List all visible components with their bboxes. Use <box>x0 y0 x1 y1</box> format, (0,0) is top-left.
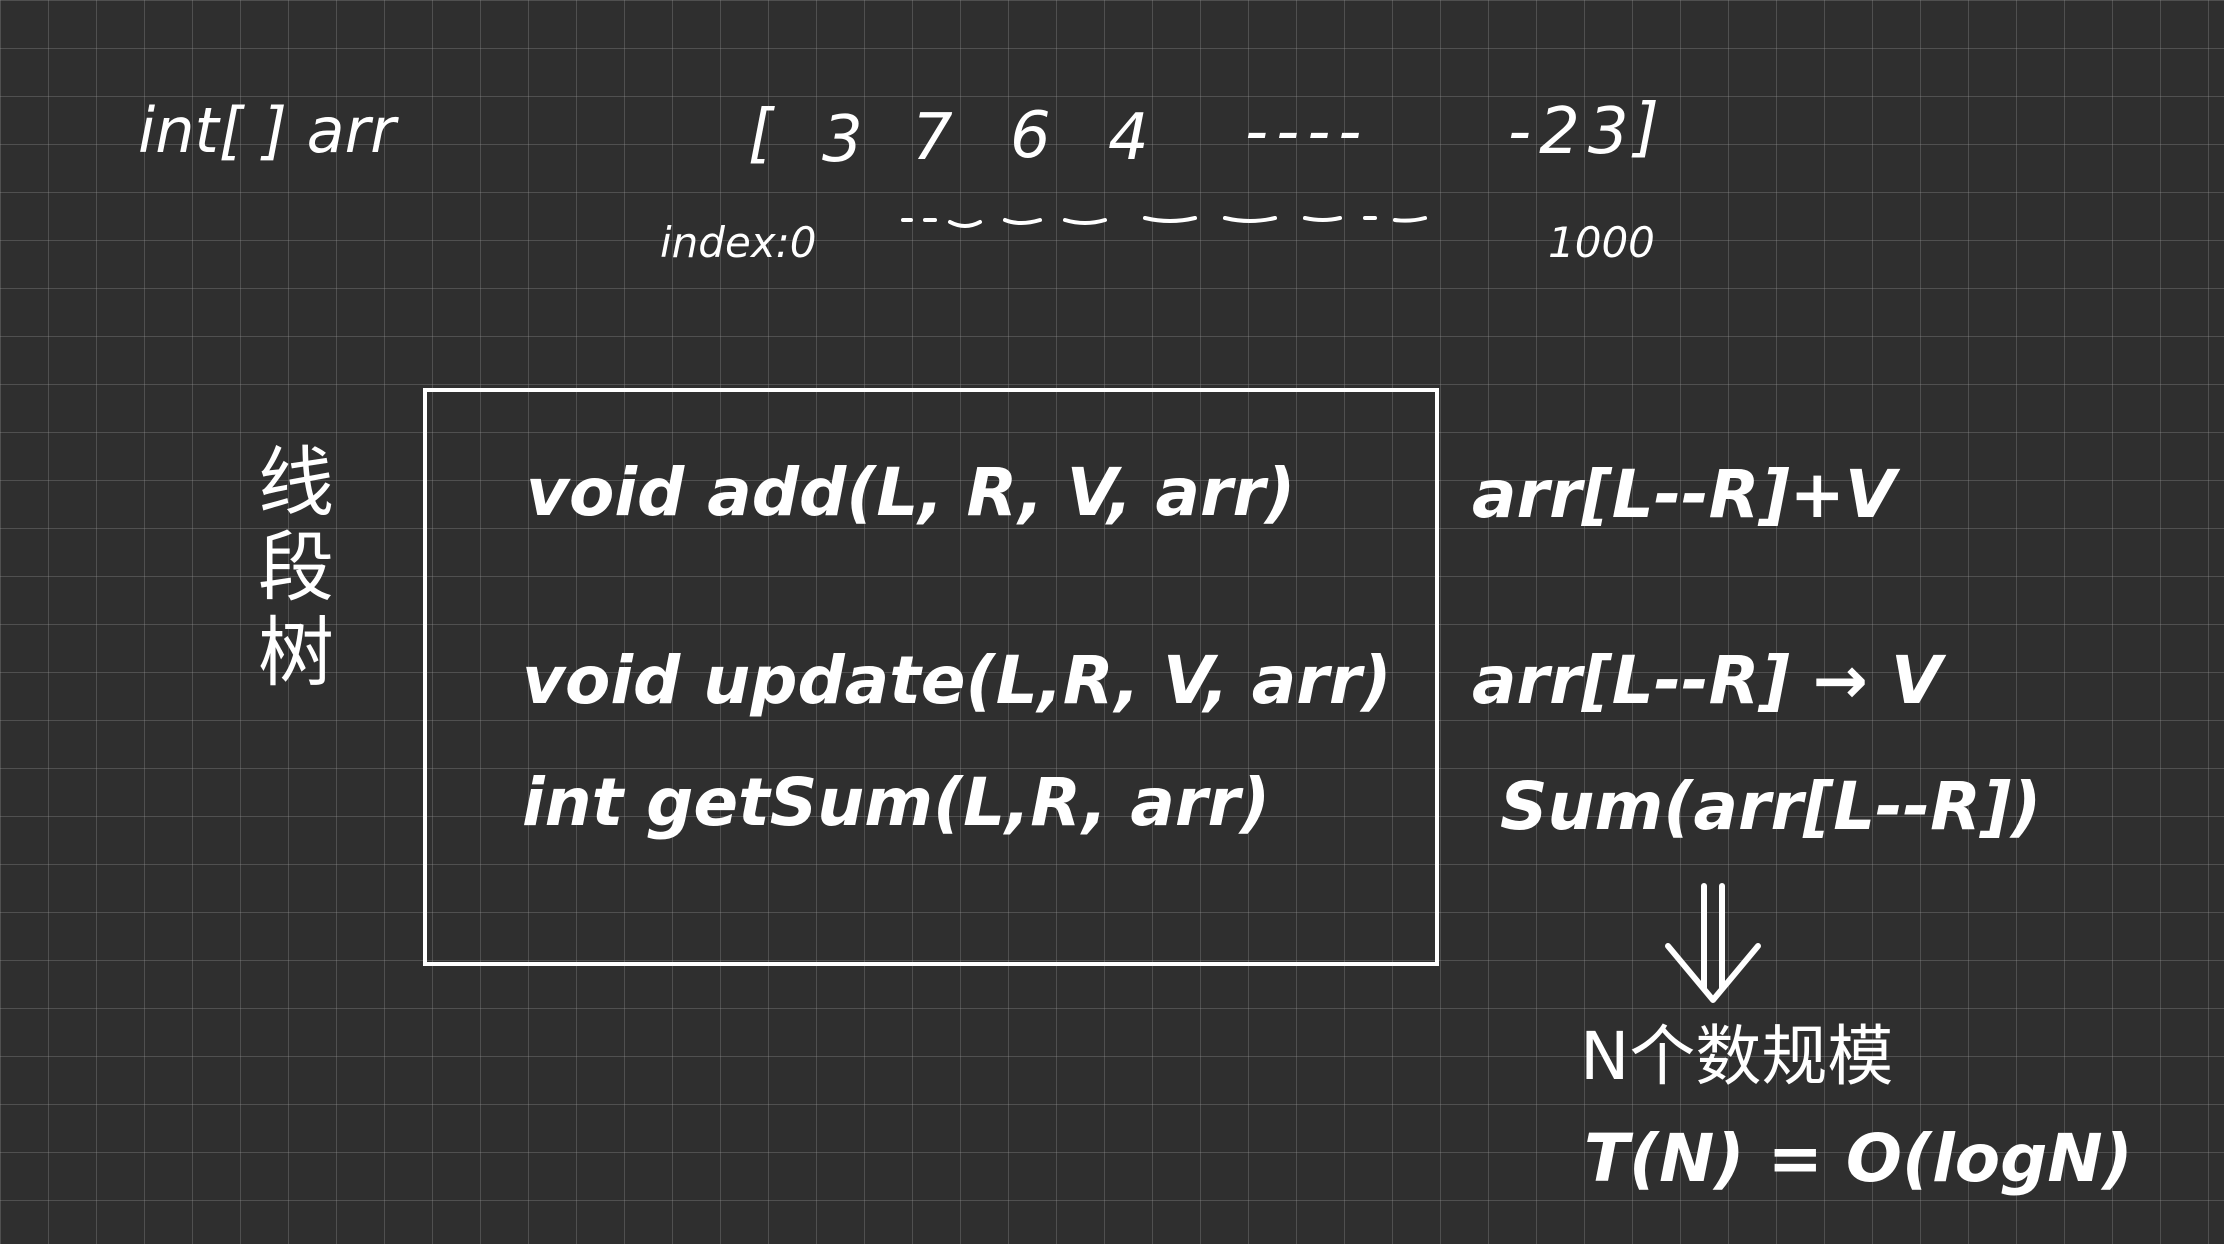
add-signature: void add(L, R, V, arr) <box>526 454 1296 531</box>
array-ellipsis: ---- <box>1245 95 1370 169</box>
segment-tree-label-char: 线 <box>258 438 334 527</box>
index-dash-line <box>901 216 1427 228</box>
array-value: 4 <box>1108 101 1157 175</box>
index-end: 1000 <box>1548 218 1655 267</box>
segment-tree-label-char: 树 <box>258 608 334 698</box>
array-close-bracket: ] <box>1634 91 1667 165</box>
array-value: 7 <box>912 101 961 175</box>
update-meaning: arr[L--R] → V <box>1472 642 1942 719</box>
array-last-value: -23 <box>1508 95 1637 169</box>
array-open-bracket: [ <box>748 97 781 171</box>
getsum-meaning: Sum(arr[L--R]) <box>1500 768 2042 845</box>
complexity-scale: N个数规模 <box>1580 1018 1894 1095</box>
getsum-signature: int getSum(L,R, arr) <box>522 764 1271 841</box>
add-meaning: arr[L--R]+V <box>1472 456 1897 533</box>
array-declaration: int[ ] arr <box>138 94 396 167</box>
segment-tree-label: 线 段 树 <box>258 440 334 695</box>
double-down-arrow-icon <box>1665 883 1761 1003</box>
whiteboard: int[ ] arr [ 3 7 6 4 ---- -23 ] index:0 … <box>0 0 2224 1244</box>
array-value: 3 <box>822 103 871 177</box>
array-value: 6 <box>1010 99 1059 173</box>
update-signature: void update(L,R, V, arr) <box>522 642 1392 719</box>
segment-tree-label-char: 段 <box>258 523 334 613</box>
complexity-formula: T(N) = O(logN) <box>1584 1120 2133 1197</box>
index-start-label: index:0 <box>660 218 817 267</box>
